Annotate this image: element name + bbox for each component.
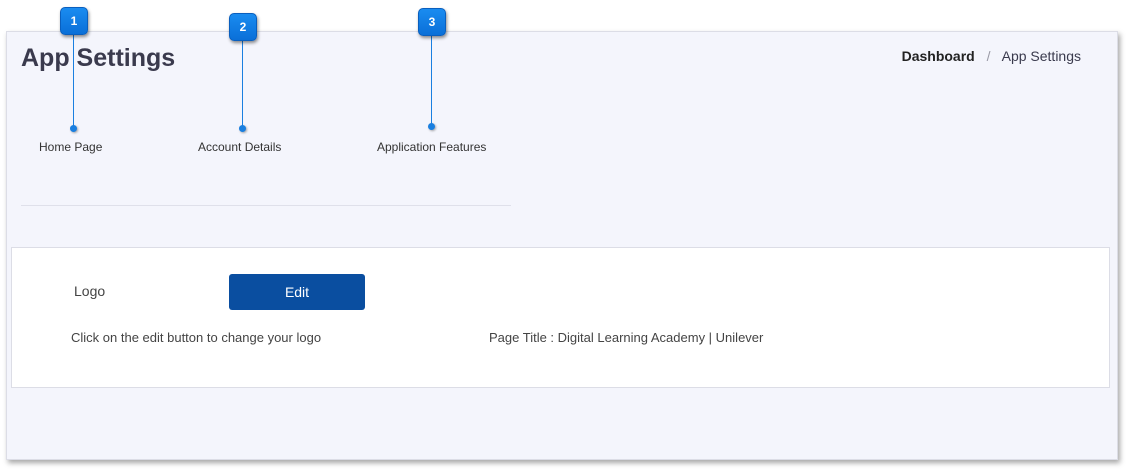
- page-title: App Settings: [21, 44, 176, 72]
- app-settings-panel: App Settings Dashboard / App Settings Ho…: [6, 31, 1118, 460]
- tab-account-details[interactable]: Account Details: [198, 140, 281, 154]
- logo-label: Logo: [74, 283, 106, 299]
- callout-2-dot: [239, 125, 246, 132]
- callout-3-dot: [428, 123, 435, 130]
- edit-logo-button[interactable]: Edit: [229, 274, 365, 310]
- breadcrumb-separator: /: [986, 48, 991, 64]
- callout-2-badge: 2: [229, 13, 257, 41]
- breadcrumb: Dashboard / App Settings: [902, 48, 1081, 64]
- logo-help-text: Click on the edit button to change your …: [71, 330, 322, 345]
- breadcrumb-current: App Settings: [1001, 48, 1081, 64]
- callout-3-line: [431, 34, 432, 126]
- callout-1-line: [73, 34, 74, 128]
- tabs-divider: [21, 205, 511, 206]
- callout-3-badge: 3: [418, 8, 446, 36]
- breadcrumb-dashboard-link[interactable]: Dashboard: [902, 48, 975, 64]
- page-title-info: Page Title : Digital Learning Academy | …: [489, 330, 764, 345]
- logo-card: Logo Edit Click on the edit button to ch…: [11, 247, 1110, 388]
- callout-1-dot: [70, 125, 77, 132]
- callout-2-line: [242, 38, 243, 128]
- tab-application-features[interactable]: Application Features: [377, 140, 486, 154]
- settings-tabs: Home Page Account Details Application Fe…: [7, 32, 1117, 459]
- tab-home-page[interactable]: Home Page: [39, 140, 102, 154]
- callout-1-badge: 1: [60, 7, 88, 35]
